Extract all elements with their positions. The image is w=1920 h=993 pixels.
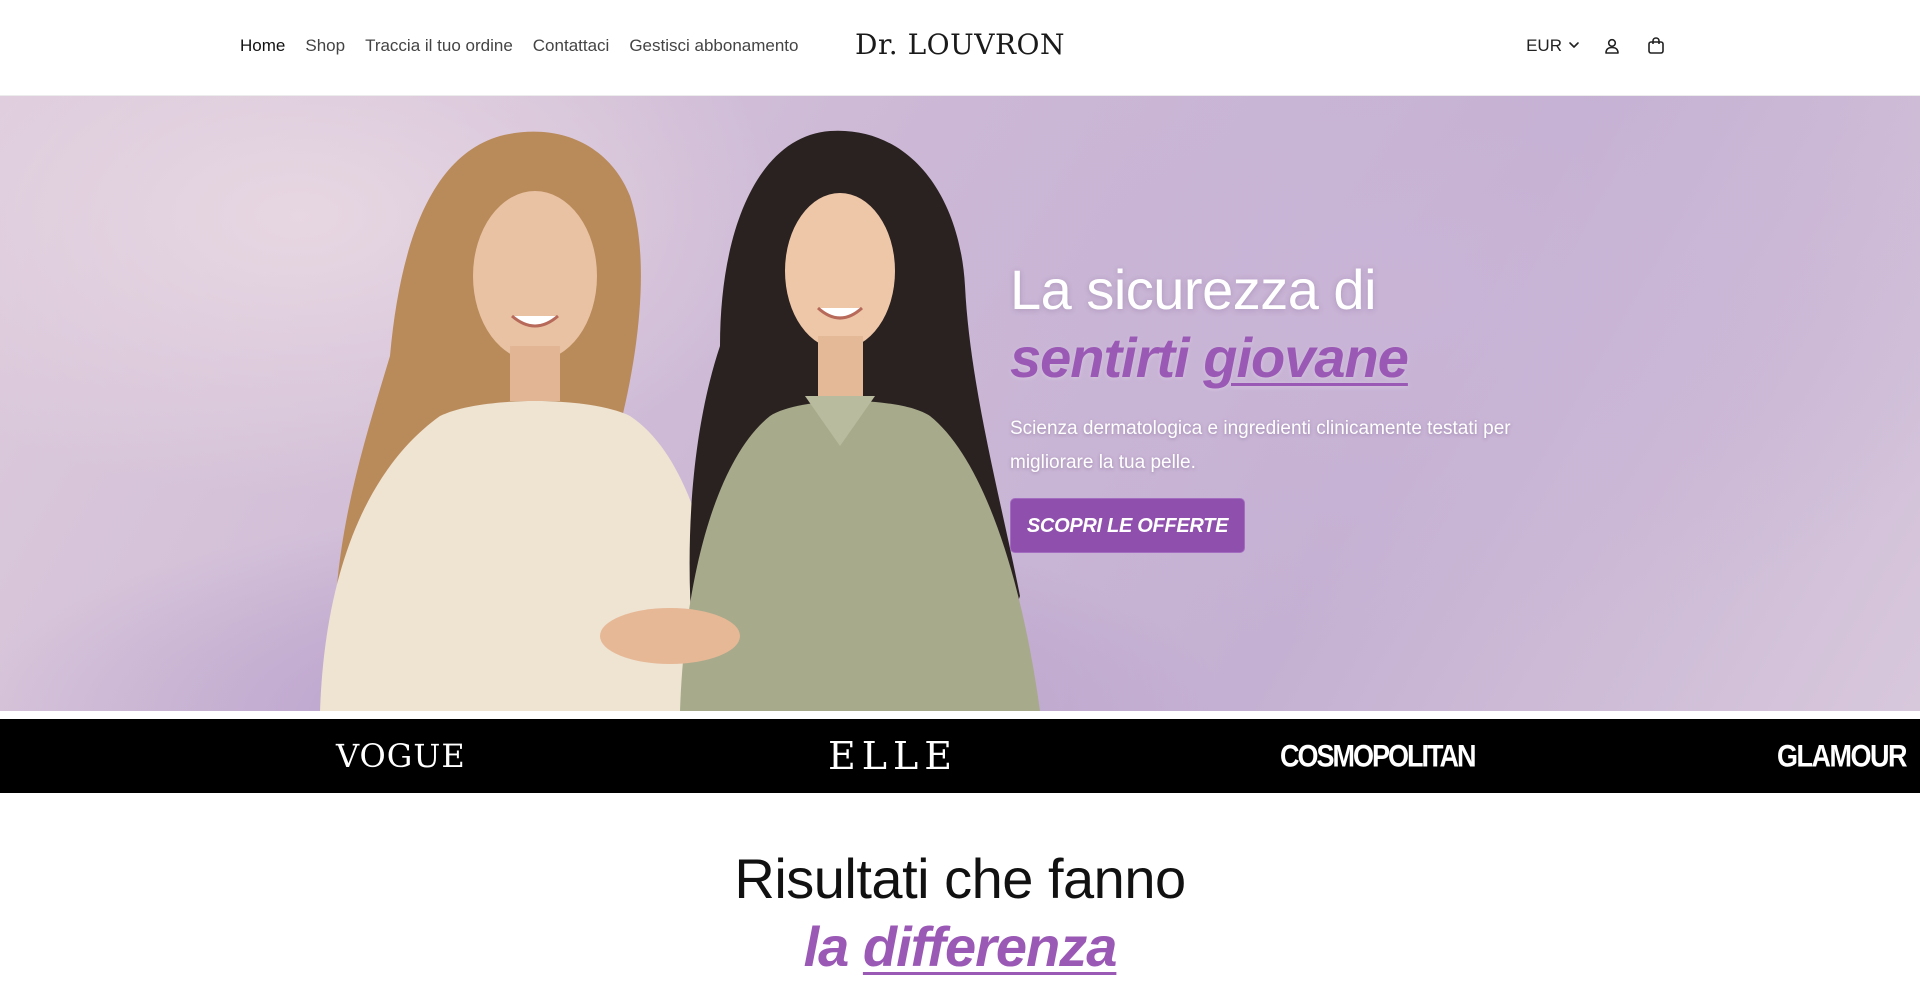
press-logo-cosmopolitan: COSMOPOLITAN xyxy=(1280,738,1476,774)
site-header: Home Shop Traccia il tuo ordine Contatta… xyxy=(0,0,1920,96)
hero-title-accent-text: sentirti xyxy=(1010,326,1204,389)
results-section: Risultati che fanno la differenza xyxy=(0,845,1920,981)
site-logo[interactable]: Dr. LOUVRON xyxy=(855,28,1065,61)
currency-label: EUR xyxy=(1526,36,1562,55)
nav-link-track-order[interactable]: Traccia il tuo ordine xyxy=(365,36,513,56)
nav-link-contact[interactable]: Contattaci xyxy=(533,36,610,56)
chevron-down-icon xyxy=(1568,36,1580,56)
hero-title-accent-underlined: giovane xyxy=(1203,326,1409,389)
hero-content: La sicurezza di sentirti giovane Scienza… xyxy=(1010,256,1570,553)
cart-icon[interactable] xyxy=(1644,34,1668,58)
shop-offers-button[interactable]: SCOPRI LE OFFERTE xyxy=(1010,498,1245,553)
hero-banner: La sicurezza di sentirti giovane Scienza… xyxy=(0,96,1920,711)
press-logo-elle: ELLE xyxy=(828,734,958,778)
nav-link-home[interactable]: Home xyxy=(240,36,285,56)
hero-title: La sicurezza di sentirti giovane xyxy=(1010,256,1570,392)
press-logo-glamour: GLAMOUR xyxy=(1777,738,1907,774)
results-title-accent: la differenza xyxy=(0,913,1920,981)
hero-title-line1: La sicurezza di xyxy=(1010,258,1377,321)
press-logos-bar: VOGUE ELLE COSMOPOLITAN GLAMOUR xyxy=(0,719,1920,793)
hero-title-accent: sentirti giovane xyxy=(1010,324,1570,392)
account-icon[interactable] xyxy=(1600,34,1624,58)
header-actions: EUR xyxy=(1526,34,1668,58)
results-title-line1: Risultati che fanno xyxy=(734,847,1186,910)
hero-photo xyxy=(320,130,1040,711)
press-logo-vogue: VOGUE xyxy=(336,737,466,775)
nav-link-manage-subscription[interactable]: Gestisci abbonamento xyxy=(629,36,798,56)
hero-subtitle: Scienza dermatologica e ingredienti clin… xyxy=(1010,418,1511,473)
main-nav: Home Shop Traccia il tuo ordine Contatta… xyxy=(240,36,798,56)
results-title-accent-text: la xyxy=(803,915,863,978)
results-title: Risultati che fanno la differenza xyxy=(0,845,1920,981)
nav-link-shop[interactable]: Shop xyxy=(305,36,345,56)
results-title-accent-underlined: differenza xyxy=(862,915,1117,978)
currency-selector[interactable]: EUR xyxy=(1526,36,1580,56)
